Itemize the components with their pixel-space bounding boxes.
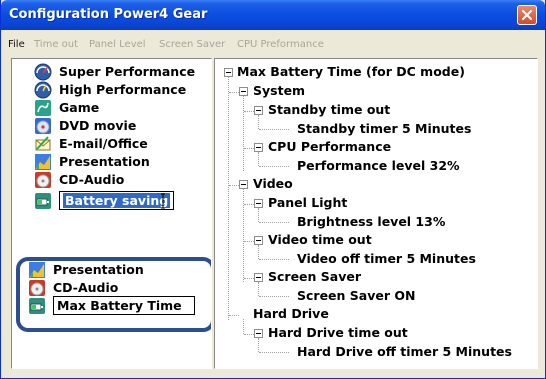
tree-guide-line xyxy=(243,96,244,171)
menu-panel-level[interactable]: Panel Level xyxy=(89,39,146,50)
tree-guide-line xyxy=(259,259,289,260)
tree-guide-line xyxy=(258,282,259,296)
presentation-icon xyxy=(35,154,51,170)
collapse-panel-toggle[interactable] xyxy=(254,199,263,208)
tree-leaf-standby-timer[interactable]: Standby timer 5 Minutes xyxy=(297,121,471,137)
game-icon xyxy=(35,100,51,116)
close-icon xyxy=(522,10,532,20)
tree-node-video-timeout[interactable]: Video time out xyxy=(268,232,372,248)
tree-guide-line xyxy=(258,152,259,166)
collapse-cpu-toggle[interactable] xyxy=(254,143,263,152)
menu-screen-saver[interactable]: Screen Saver xyxy=(159,39,225,50)
tree-guide-line xyxy=(244,148,254,149)
profile-label: E-mail/Office xyxy=(59,136,148,151)
speedometer-icon xyxy=(34,81,52,99)
profile-label: Game xyxy=(59,100,100,115)
tree-leaf-screen-saver-on[interactable]: Screen Saver ON xyxy=(297,288,415,304)
profile-label: Super Performance xyxy=(59,64,196,79)
menu-bar: File Time out Panel Level Screen Saver C… xyxy=(1,30,545,57)
tree-node-panel-light[interactable]: Panel Light xyxy=(268,195,347,211)
tree-guide-line xyxy=(229,315,239,316)
collapse-screensaver-toggle[interactable] xyxy=(254,273,263,282)
battery-icon xyxy=(35,193,51,209)
profile-label: CD-Audio xyxy=(53,280,119,295)
tree-node-hd-timeout[interactable]: Hard Drive time out xyxy=(268,325,408,341)
collapse-root-toggle[interactable] xyxy=(224,68,233,77)
profile-label: DVD movie xyxy=(59,118,137,133)
tree-guide-line xyxy=(244,241,254,242)
collapse-standby-toggle[interactable] xyxy=(254,106,263,115)
menu-file[interactable]: File xyxy=(8,39,25,50)
title-bar[interactable]: Configuration Power4 Gear xyxy=(1,0,545,30)
tree-guide-line xyxy=(258,245,259,259)
tree-guide-line xyxy=(259,296,289,297)
tree-guide-line xyxy=(258,208,259,222)
menu-time-out[interactable]: Time out xyxy=(34,39,78,50)
tree-guide-line xyxy=(244,204,254,205)
profile-label: High Performance xyxy=(59,82,187,97)
tree-guide-line xyxy=(258,115,259,129)
tree-guide-line xyxy=(259,166,289,167)
settings-tree-pane[interactable]: Max Battery Time (for DC mode) System St… xyxy=(214,58,538,369)
profile-label-selected-text: Battery saving xyxy=(63,193,171,208)
close-button[interactable] xyxy=(517,5,537,25)
profile-list-pane[interactable]: Super Performance High Performance Game xyxy=(11,58,212,369)
tree-guide-line xyxy=(244,334,254,335)
tree-guide-line xyxy=(228,77,229,320)
tree-node-hard-drive[interactable]: Hard Drive xyxy=(253,306,329,322)
tree-guide-line xyxy=(259,352,289,353)
collapse-video-timeout-toggle[interactable] xyxy=(254,236,263,245)
battery-icon xyxy=(29,298,45,314)
profile-label: CD-Audio xyxy=(59,172,125,187)
tree-guide-line xyxy=(259,129,289,130)
tree-leaf-cpu-level[interactable]: Performance level 32% xyxy=(297,158,460,174)
collapse-system-toggle[interactable] xyxy=(239,87,248,96)
tree-node-video[interactable]: Video xyxy=(253,176,293,192)
menu-cpu-preformance[interactable]: CPU Preformance xyxy=(237,39,324,50)
tree-guide-line xyxy=(259,222,289,223)
tree-node-standby[interactable]: Standby time out xyxy=(268,102,390,118)
tree-leaf-hd-off-timer[interactable]: Hard Drive off timer 5 Minutes xyxy=(297,344,512,360)
cd-audio-icon xyxy=(29,280,45,296)
app-window: Configuration Power4 Gear File Time out … xyxy=(0,0,546,379)
email-office-icon xyxy=(35,136,51,151)
tree-root[interactable]: Max Battery Time (for DC mode) xyxy=(237,64,465,80)
presentation-icon xyxy=(29,262,45,278)
tree-guide-line xyxy=(229,185,239,186)
tree-leaf-brightness[interactable]: Brightness level 13% xyxy=(297,214,445,230)
profile-label: Presentation xyxy=(59,154,150,169)
collapse-video-toggle[interactable] xyxy=(239,180,248,189)
window-title: Configuration Power4 Gear xyxy=(9,7,208,22)
tree-guide-line xyxy=(229,92,239,93)
tree-guide-line xyxy=(244,111,254,112)
dvd-icon xyxy=(35,118,51,134)
tree-node-cpu[interactable]: CPU Performance xyxy=(268,139,391,155)
profile-label-edit[interactable]: Battery saving xyxy=(59,191,175,210)
tree-guide-line xyxy=(244,278,254,279)
collapse-hd-timeout-toggle[interactable] xyxy=(254,329,263,338)
tree-guide-line xyxy=(243,189,244,282)
text-cursor-icon xyxy=(161,193,165,209)
profile-label-edit[interactable]: Max Battery Time xyxy=(53,296,195,315)
profile-label: Presentation xyxy=(53,262,144,277)
cd-audio-icon xyxy=(35,172,51,188)
tree-guide-line xyxy=(258,338,259,352)
tree-guide-line xyxy=(243,319,244,334)
tree-node-screen-saver[interactable]: Screen Saver xyxy=(268,269,361,285)
tree-node-system[interactable]: System xyxy=(253,83,305,99)
speedometer-icon xyxy=(34,63,52,81)
tree-leaf-video-off-timer[interactable]: Video off timer 5 Minutes xyxy=(297,251,476,267)
